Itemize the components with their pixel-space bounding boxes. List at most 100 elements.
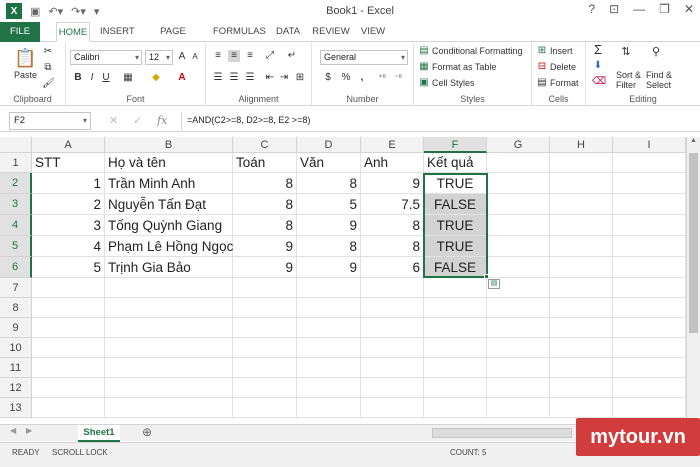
clear-icon[interactable]: ⌫ (592, 76, 606, 88)
shrink-font-icon[interactable]: A (189, 51, 201, 63)
align-center-icon[interactable]: ☰ (228, 72, 240, 84)
row-header[interactable]: 5 (0, 236, 32, 257)
empty-cell[interactable] (613, 173, 686, 194)
table-cell[interactable]: 7.5 (361, 194, 424, 215)
format-cells-button[interactable]: Format (550, 78, 579, 88)
empty-cell[interactable] (550, 358, 613, 378)
row-header[interactable]: 12 (0, 378, 32, 398)
empty-cell[interactable] (487, 358, 550, 378)
table-cell[interactable]: 5 (32, 257, 105, 278)
empty-cell[interactable] (550, 236, 613, 257)
minimize-button[interactable]: — (633, 2, 645, 16)
worksheet-grid[interactable]: A B C D E F G H I 1 2 3 4 5 6 7 8 9 10 1… (0, 137, 686, 422)
empty-cell[interactable] (613, 358, 686, 378)
comma-style-button[interactable]: , (356, 72, 368, 84)
table-cell[interactable]: 9 (233, 257, 297, 278)
horizontal-scrollbar[interactable] (432, 428, 572, 438)
wrap-text-icon[interactable]: ↵ (286, 50, 298, 62)
empty-cell[interactable] (361, 338, 424, 358)
table-cell[interactable]: 3 (32, 215, 105, 236)
row-header[interactable]: 3 (0, 194, 32, 215)
empty-cell[interactable] (105, 318, 233, 338)
empty-cell[interactable] (105, 378, 233, 398)
scroll-up-icon[interactable]: ▲ (690, 137, 697, 144)
tab-view[interactable]: VIEW (358, 22, 388, 42)
column-header-d[interactable]: D (297, 137, 361, 153)
empty-cell[interactable] (233, 298, 297, 318)
empty-cell[interactable] (361, 358, 424, 378)
empty-cell[interactable] (297, 278, 361, 298)
insert-function-icon[interactable]: fx (157, 114, 167, 127)
cell-styles-button[interactable]: Cell Styles (432, 78, 475, 88)
table-cell[interactable]: TRUE (424, 236, 487, 257)
empty-cell[interactable] (550, 153, 613, 173)
align-middle-icon[interactable]: ≡ (228, 50, 240, 62)
table-cell[interactable]: 8 (361, 215, 424, 236)
empty-cell[interactable] (105, 298, 233, 318)
ribbon-display-icon[interactable]: ⊡ (609, 2, 619, 16)
decrease-indent-icon[interactable]: ⇤ (264, 72, 276, 84)
table-cell[interactable]: Nguyễn Tấn Đạt (105, 194, 233, 215)
table-cell[interactable]: Phạm Lê Hồng Ngọc (105, 236, 233, 257)
empty-cell[interactable] (550, 194, 613, 215)
orientation-icon[interactable]: ⤢ (264, 50, 276, 62)
empty-cell[interactable] (424, 378, 487, 398)
empty-cell[interactable] (297, 358, 361, 378)
empty-cell[interactable] (233, 278, 297, 298)
tab-page-layout[interactable]: PAGE LAYOUT (143, 22, 203, 57)
empty-cell[interactable] (550, 278, 613, 298)
sort-filter-label[interactable]: Sort & (616, 70, 641, 80)
enter-icon[interactable]: ✓ (133, 114, 142, 127)
row-header[interactable]: 8 (0, 298, 32, 318)
empty-cell[interactable] (32, 278, 105, 298)
paste-icon[interactable]: 📋 (14, 48, 36, 69)
insert-cells-button[interactable]: Insert (550, 46, 573, 56)
empty-cell[interactable] (487, 398, 550, 418)
empty-cell[interactable] (550, 173, 613, 194)
table-cell[interactable]: 8 (297, 236, 361, 257)
font-color-icon[interactable]: A (176, 72, 188, 84)
empty-cell[interactable] (487, 318, 550, 338)
formula-input[interactable]: =AND(C2>=8, D2>=8, E2 >=8) (181, 112, 693, 130)
empty-cell[interactable] (424, 338, 487, 358)
select-label[interactable]: Select (646, 80, 671, 90)
empty-cell[interactable] (297, 298, 361, 318)
font-size-combo[interactable]: 12 (145, 50, 173, 65)
increase-decimal-icon[interactable]: ⁺⁰ (376, 72, 388, 84)
tab-home[interactable]: HOME (56, 22, 90, 42)
table-cell[interactable]: 6 (361, 257, 424, 278)
empty-cell[interactable] (105, 358, 233, 378)
row-header[interactable]: 4 (0, 215, 32, 236)
bold-button[interactable]: B (72, 72, 84, 84)
empty-cell[interactable] (550, 257, 613, 278)
table-cell[interactable]: 8 (361, 236, 424, 257)
row-header[interactable]: 6 (0, 257, 32, 278)
tab-insert[interactable]: INSERT (100, 22, 135, 42)
column-header-h[interactable]: H (550, 137, 613, 153)
cut-icon[interactable]: ✂ (42, 46, 54, 58)
table-cell[interactable]: 2 (32, 194, 105, 215)
row-header[interactable]: 1 (0, 153, 32, 173)
empty-cell[interactable] (361, 378, 424, 398)
empty-cell[interactable] (550, 338, 613, 358)
row-header[interactable]: 2 (0, 173, 32, 194)
fill-color-icon[interactable]: ◆ (150, 72, 162, 84)
empty-cell[interactable] (487, 153, 550, 173)
row-header[interactable]: 11 (0, 358, 32, 378)
table-cell[interactable]: FALSE (424, 194, 487, 215)
paste-button[interactable]: Paste (14, 70, 37, 80)
align-top-icon[interactable]: ≡ (212, 50, 224, 62)
empty-cell[interactable] (550, 298, 613, 318)
undo-icon[interactable]: ↶▾ (48, 5, 63, 18)
empty-cell[interactable] (550, 378, 613, 398)
table-cell[interactable]: FALSE (424, 257, 487, 278)
empty-cell[interactable] (613, 236, 686, 257)
empty-cell[interactable] (550, 398, 613, 418)
empty-cell[interactable] (487, 378, 550, 398)
empty-cell[interactable] (613, 215, 686, 236)
format-as-table-button[interactable]: Format as Table (432, 62, 496, 72)
empty-cell[interactable] (105, 278, 233, 298)
column-header-e[interactable]: E (361, 137, 424, 153)
table-cell[interactable]: 9 (233, 236, 297, 257)
empty-cell[interactable] (233, 358, 297, 378)
